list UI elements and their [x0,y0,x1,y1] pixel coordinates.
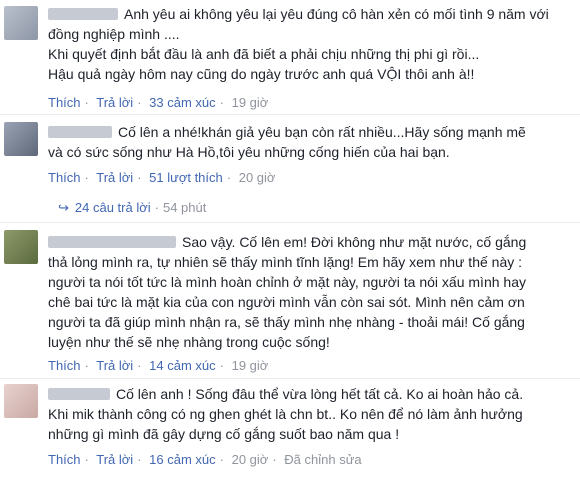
timestamp[interactable]: 20 giờ [232,452,269,467]
comment-text: Cố lên a nhé!khán giả yêu bạn còn rất nh… [48,124,526,160]
reaction-count[interactable]: 33 cảm xúc [149,95,215,110]
author-name-blurred[interactable] [48,235,176,248]
like-button[interactable]: Thích [48,170,81,185]
divider [0,378,580,379]
edited-label[interactable]: Đã chỉnh sửa [284,452,361,467]
author-name-blurred[interactable] [48,7,118,20]
like-button[interactable]: Thích [48,358,81,373]
reaction-count[interactable]: 14 cảm xúc [149,358,215,373]
comment-text: Sao vậy. Cố lên em! Đời không như mặt nư… [48,234,527,350]
divider [0,114,580,115]
avatar[interactable] [4,122,38,156]
view-replies-link[interactable]: ↪ 24 câu trả lời · 54 phút [58,200,206,216]
avatar[interactable] [4,6,38,40]
comment-actions: Thích · Trả lời · 16 cảm xúc · 20 giờ · Đã c… [48,452,362,467]
divider [0,222,580,223]
like-button[interactable]: Thích [48,95,81,110]
timestamp[interactable]: 19 giờ [232,95,269,110]
author-name-blurred[interactable] [48,387,110,400]
comment-text: Cố lên anh ! Sống đâu thể vừa lòng hết t… [48,386,524,442]
reaction-count[interactable]: 51 lượt thích [149,170,223,185]
avatar[interactable] [4,230,38,264]
comment-actions: Thích · Trả lời · 14 cảm xúc · 19 giờ [48,358,269,373]
reply-button[interactable]: Trả lời [96,358,133,373]
comment-actions: Thích · Trả lời · 33 cảm xúc · 19 giờ [48,95,269,110]
timestamp[interactable]: 19 giờ [232,358,269,373]
avatar[interactable] [4,384,38,418]
reply-button[interactable]: Trả lời [96,95,133,110]
timestamp[interactable]: 20 giờ [239,170,276,185]
comment-text: Anh yêu ai không yêu lại yêu đúng cô hàn… [48,6,549,82]
reaction-count[interactable]: 16 cảm xúc [149,452,215,467]
like-button[interactable]: Thích [48,452,81,467]
comment-actions: Thích · Trả lời · 51 lượt thích · 20 giờ [48,170,276,185]
author-name-blurred[interactable] [48,125,112,138]
reply-arrow-icon: ↪ [58,200,69,215]
reply-button[interactable]: Trả lời [96,170,133,185]
reply-button[interactable]: Trả lời [96,452,133,467]
